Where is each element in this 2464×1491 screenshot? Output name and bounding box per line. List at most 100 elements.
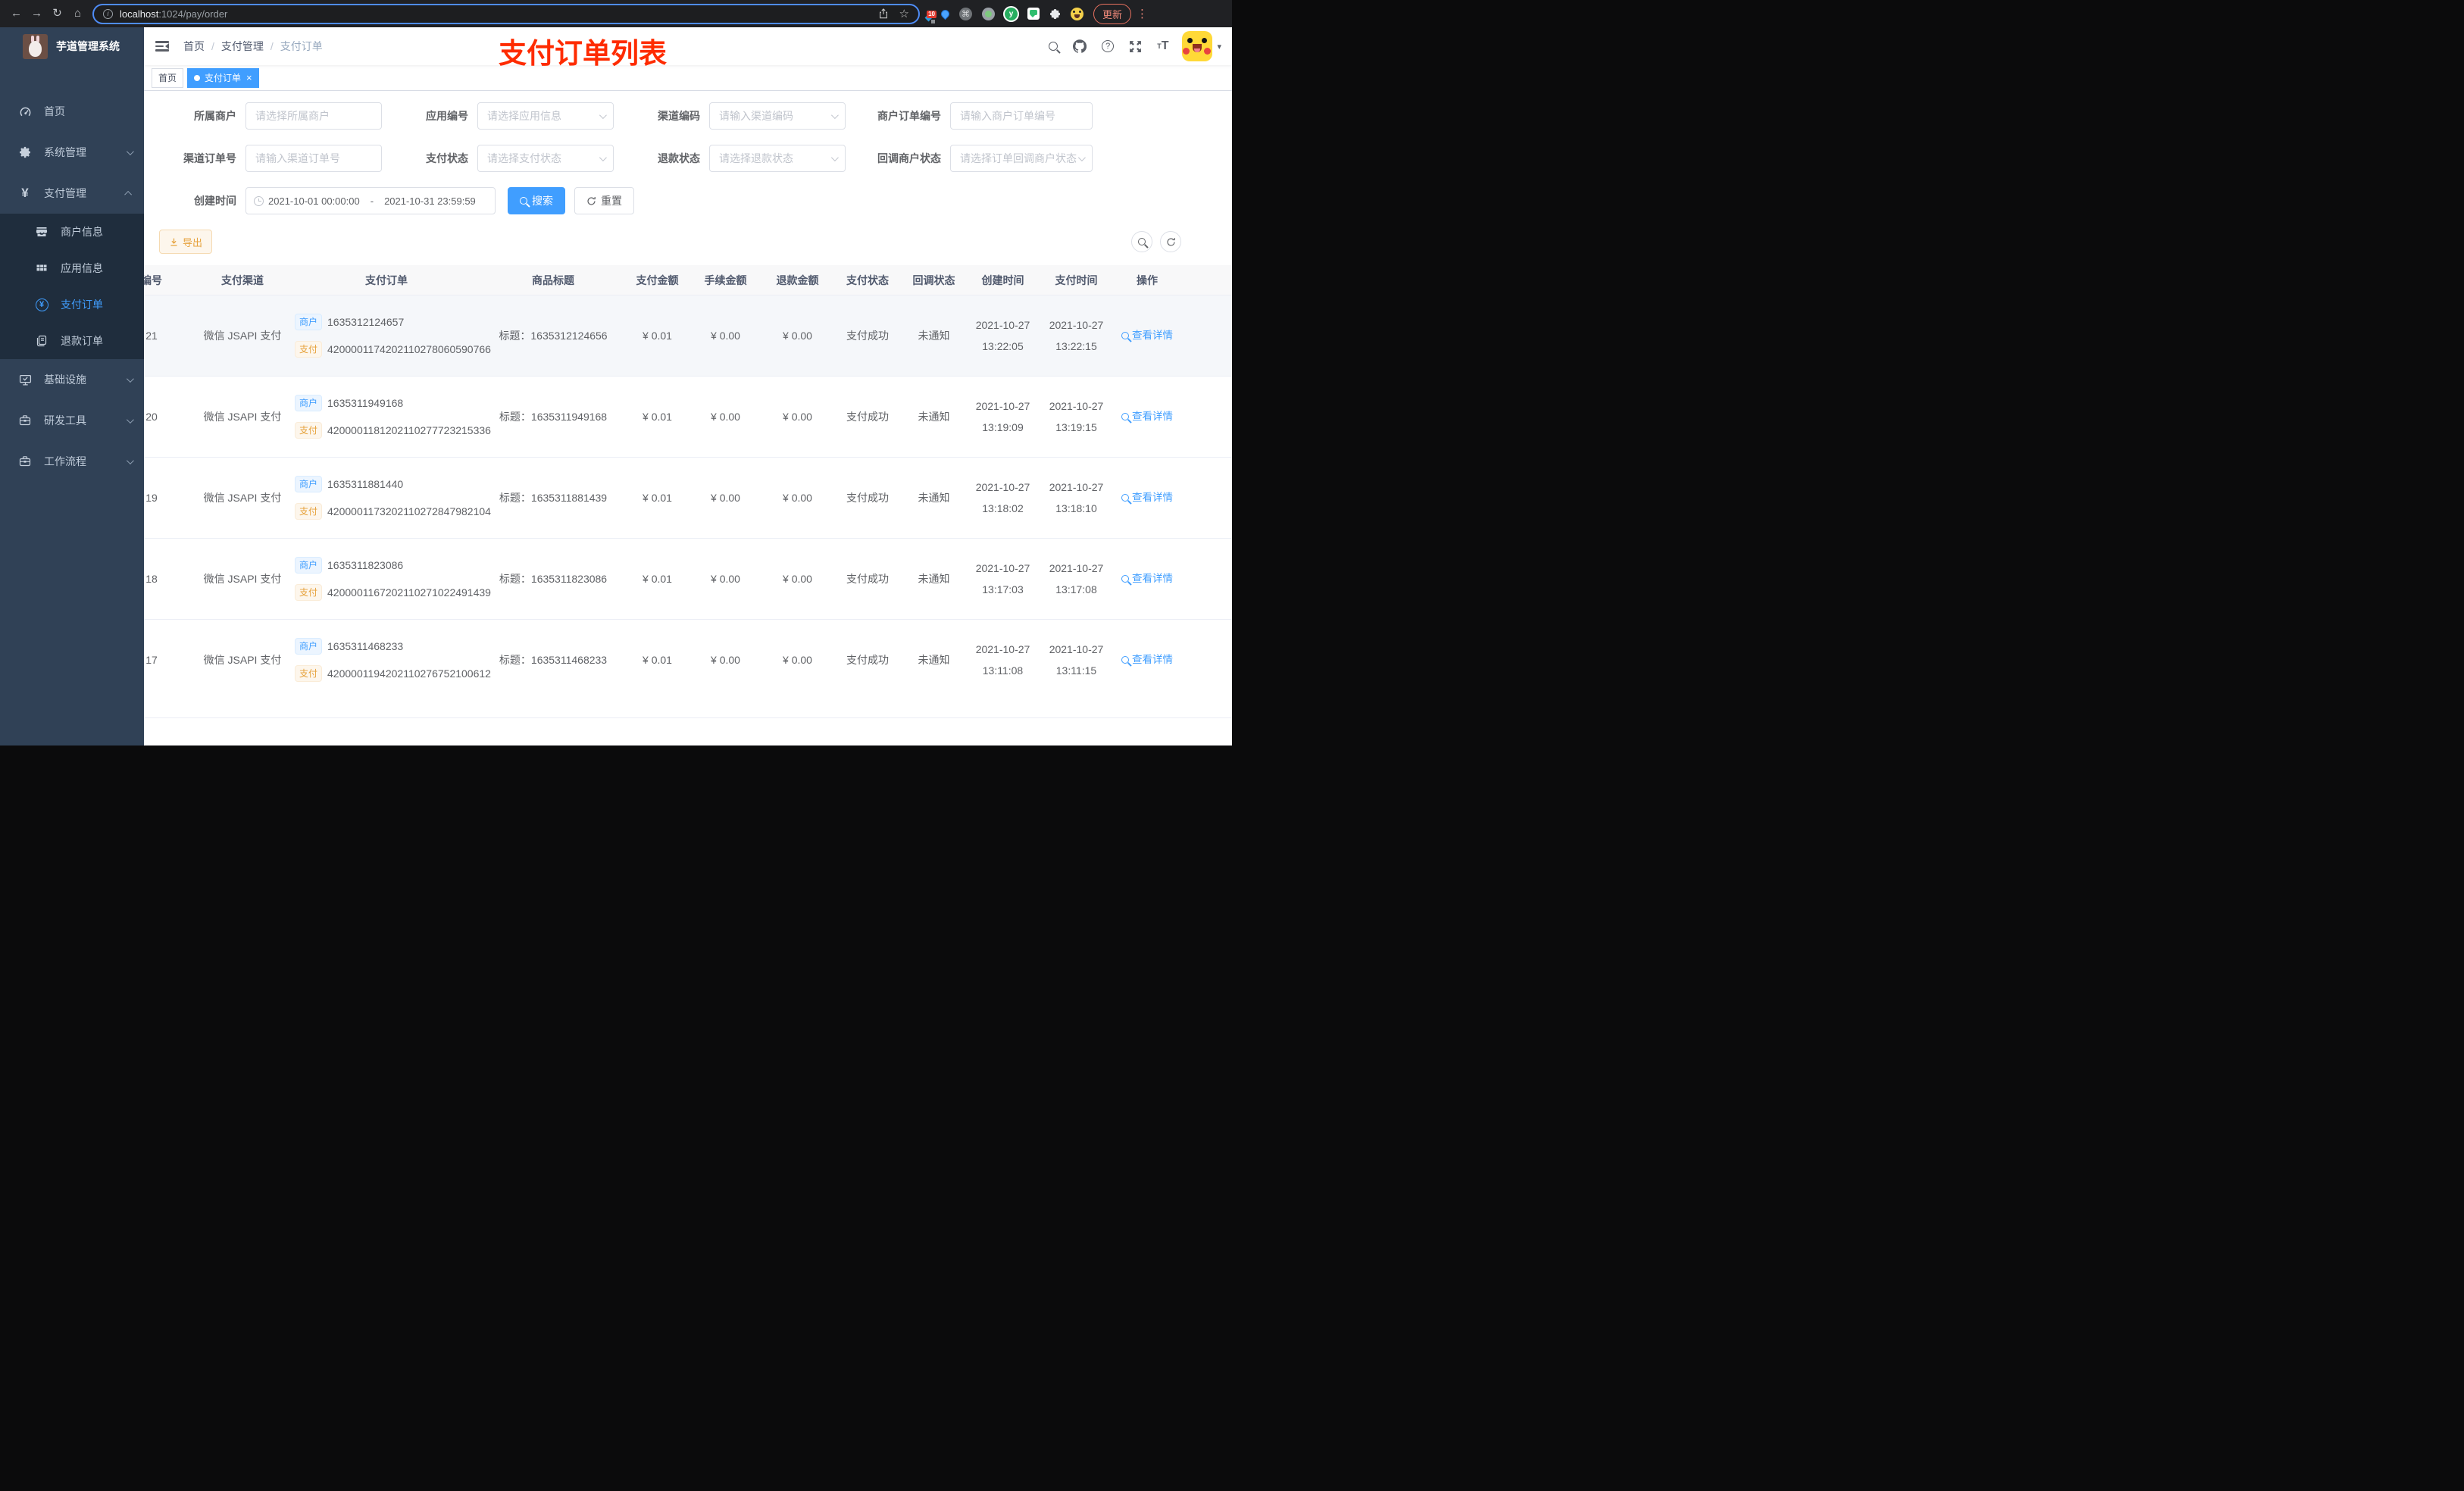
sidebar-item-label: 应用信息 <box>61 262 103 274</box>
logo[interactable]: 芋道管理系统 <box>0 27 144 65</box>
column-header: 支付订单 <box>365 274 408 286</box>
content: 所属商户 应用编号 渠道编码 <box>144 91 1232 746</box>
sidebar-item-pay[interactable]: ¥ 支付管理 <box>0 173 144 214</box>
channel-code-select[interactable] <box>709 102 846 130</box>
caret-down-icon[interactable]: ▾ <box>1217 42 1221 52</box>
docs-icon[interactable]: ? <box>1094 27 1121 65</box>
merchant-order-no-input[interactable] <box>960 110 1083 122</box>
sidebar-item-pay-order[interactable]: ¥ 支付订单 <box>0 286 144 323</box>
search-icon[interactable] <box>1041 27 1065 65</box>
cell-pay-time: 2021-10-27 13:18:10 <box>1049 481 1104 514</box>
extension-puzzle-icon[interactable] <box>1049 8 1061 20</box>
search-icon <box>1121 413 1129 420</box>
browser-forward-icon[interactable]: → <box>27 0 47 27</box>
tab-pay-order[interactable]: 支付订单 × <box>187 67 259 88</box>
url-text[interactable]: localhost:1024/pay/order <box>120 8 227 20</box>
column-header: 回调状态 <box>912 274 955 286</box>
sidebar-item-workflow[interactable]: 工作流程 <box>0 441 144 482</box>
column-header: 手续金额 <box>704 274 747 286</box>
refresh-table-button[interactable] <box>1160 231 1181 252</box>
pay-status-input[interactable] <box>487 152 604 164</box>
share-icon[interactable] <box>878 8 889 20</box>
date-range-picker[interactable]: 2021-10-01 00:00:00 - 2021-10-31 23:59:5… <box>245 187 496 214</box>
extension-emoji-icon[interactable] <box>1071 7 1083 20</box>
refund-status-select[interactable] <box>709 145 846 172</box>
date-start[interactable]: 2021-10-01 00:00:00 <box>268 195 360 207</box>
github-icon[interactable] <box>1065 27 1094 65</box>
refund-status-input[interactable] <box>719 152 836 164</box>
breadcrumb-item[interactable]: 支付管理 <box>221 39 264 54</box>
browser-back-icon[interactable]: ← <box>6 0 27 27</box>
order-line: 支付 4200001194202110276752100612 <box>295 665 491 682</box>
view-detail-link[interactable]: 查看详情 <box>1113 490 1181 505</box>
bookmark-star-icon[interactable]: ☆ <box>899 7 909 20</box>
order-number: 1635311823086 <box>327 558 404 571</box>
avatar[interactable] <box>1182 31 1213 61</box>
column-header: 创建时间 <box>981 274 1024 286</box>
extension-pin-icon[interactable] <box>939 8 952 20</box>
breadcrumb-item[interactable]: 首页 <box>183 39 205 54</box>
browser-home-icon[interactable]: ⌂ <box>67 0 88 27</box>
notify-status-select[interactable] <box>950 145 1093 172</box>
view-detail-link[interactable]: 查看详情 <box>1113 328 1181 343</box>
cell-pay-time: 2021-10-27 13:11:15 <box>1049 643 1104 677</box>
cell-channel: 微信 JSAPI 支付 <box>203 572 282 585</box>
close-icon[interactable]: × <box>246 73 252 83</box>
cell-pay-amount: ¥ 0.01 <box>643 491 672 504</box>
filter-notify-status-label: 回调商户状态 <box>877 152 941 164</box>
merchant-input[interactable] <box>255 110 372 122</box>
search-button[interactable]: 搜索 <box>508 187 565 214</box>
filter-pay-status-label: 支付状态 <box>426 152 468 164</box>
search-icon <box>1121 332 1129 339</box>
app-select[interactable] <box>477 102 614 130</box>
site-info-icon[interactable]: i <box>103 8 113 19</box>
hamburger-icon[interactable] <box>144 41 180 52</box>
cell-channel: 微信 JSAPI 支付 <box>203 329 282 342</box>
refresh-icon <box>1166 237 1175 246</box>
reset-button[interactable]: 重置 <box>574 187 634 214</box>
cell-channel: 微信 JSAPI 支付 <box>203 653 282 666</box>
extension-y-icon[interactable]: y <box>1005 7 1018 20</box>
notify-status-input[interactable] <box>960 152 1083 164</box>
browser-menu-icon[interactable]: ⋮ <box>1137 7 1149 20</box>
extension-command-icon[interactable]: ⌘ <box>959 7 972 20</box>
sidebar-item-dev-tools[interactable]: 研发工具 <box>0 400 144 441</box>
sidebar-item-refund-order[interactable]: 退款订单 <box>0 323 144 359</box>
order-number: 1635311949168 <box>327 396 404 409</box>
view-detail-link[interactable]: 查看详情 <box>1113 571 1181 586</box>
app-input[interactable] <box>487 110 604 122</box>
column-header: 编号 <box>144 274 162 286</box>
browser-reload-icon[interactable]: ↻ <box>47 0 67 27</box>
merchant-select[interactable] <box>245 102 382 130</box>
table-tools <box>1131 231 1181 252</box>
date-end[interactable]: 2021-10-31 23:59:59 <box>384 195 476 207</box>
sidebar-item-home[interactable]: 首页 <box>0 91 144 132</box>
channel-order-no-field[interactable] <box>245 145 382 172</box>
extension-chat-icon[interactable] <box>1027 8 1040 20</box>
sidebar-item-app-info[interactable]: 应用信息 <box>0 250 144 286</box>
sidebar-item-system[interactable]: 系统管理 <box>0 132 144 173</box>
sidebar-item-infra[interactable]: 基础设施 <box>0 359 144 400</box>
tags-view: 首页 支付订单 × <box>144 65 1232 91</box>
table-row: 19 微信 JSAPI 支付 商户 1635311881440 支付 4200001173… <box>144 458 1232 539</box>
view-detail-link[interactable]: 查看详情 <box>1113 652 1181 667</box>
filter-row-1: 所属商户 应用编号 渠道编码 <box>159 102 1217 130</box>
channel-code-input[interactable] <box>719 110 836 122</box>
address-bar[interactable]: i localhost:1024/pay/order ☆ <box>92 3 920 24</box>
cell-pay-status: 支付成功 <box>846 572 889 585</box>
extension-record-icon[interactable] <box>982 7 995 20</box>
active-dot-icon <box>194 74 201 81</box>
tab-home[interactable]: 首页 <box>152 67 184 88</box>
toggle-search-button[interactable] <box>1131 231 1152 252</box>
merchant-order-no-field[interactable] <box>950 102 1093 130</box>
view-detail-link[interactable]: 查看详情 <box>1113 409 1181 424</box>
refresh-icon <box>587 196 596 205</box>
fullscreen-icon[interactable] <box>1121 27 1149 65</box>
font-size-icon[interactable]: TT <box>1149 27 1176 65</box>
browser-update-button[interactable]: 更新 <box>1093 3 1132 24</box>
channel-order-no-input[interactable] <box>255 152 372 164</box>
cell-notify-status: 未通知 <box>918 491 950 504</box>
export-button[interactable]: 导出 <box>159 230 213 254</box>
pay-status-select[interactable] <box>477 145 614 172</box>
sidebar-item-merchant-info[interactable]: 商户信息 <box>0 214 144 250</box>
